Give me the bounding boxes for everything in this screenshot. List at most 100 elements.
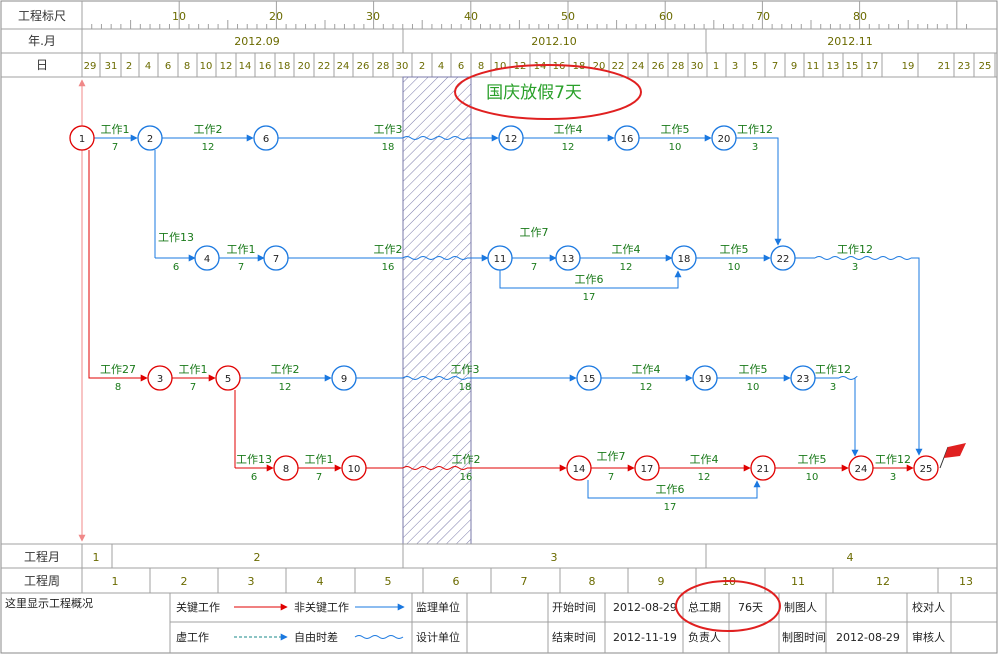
activity-name: 工作4 bbox=[612, 243, 641, 256]
node-18[interactable]: 18 bbox=[671, 245, 697, 271]
legend-dummy-label: 虚工作 bbox=[176, 631, 209, 644]
activity-name: 工作12 bbox=[875, 453, 911, 466]
activity-name: 工作3 bbox=[451, 363, 480, 376]
svg-text:11: 11 bbox=[494, 254, 507, 265]
activity-duration: 7 bbox=[608, 472, 614, 483]
activity-name: 工作5 bbox=[739, 363, 768, 376]
svg-text:6: 6 bbox=[263, 134, 269, 145]
svg-text:17: 17 bbox=[641, 464, 654, 475]
activity-duration: 8 bbox=[115, 382, 121, 393]
activity-duration: 18 bbox=[459, 382, 472, 393]
week-label: 5 bbox=[385, 575, 392, 588]
node-12[interactable]: 12 bbox=[498, 125, 524, 151]
node-19[interactable]: 19 bbox=[692, 365, 718, 391]
activity-duration: 12 bbox=[620, 262, 633, 273]
day-label: 14 bbox=[534, 61, 547, 72]
node-16[interactable]: 16 bbox=[614, 125, 640, 151]
svg-text:22: 22 bbox=[777, 254, 790, 265]
activity-duration: 10 bbox=[669, 142, 682, 153]
activity-duration: 7 bbox=[112, 142, 118, 153]
finish-flag-icon bbox=[939, 443, 966, 469]
day-label: 17 bbox=[866, 61, 879, 72]
holiday-note: 国庆放假7天 bbox=[486, 83, 582, 103]
node-21[interactable]: 21 bbox=[750, 455, 776, 481]
svg-text:20: 20 bbox=[718, 134, 731, 145]
activity-duration: 10 bbox=[728, 262, 741, 273]
node-20[interactable]: 20 bbox=[711, 125, 737, 151]
node-1[interactable]: 1 bbox=[69, 125, 95, 151]
node-7[interactable]: 7 bbox=[263, 245, 289, 271]
svg-text:24: 24 bbox=[855, 464, 868, 475]
activity-name: 工作6 bbox=[656, 483, 685, 496]
scale-tick-label: 80 bbox=[853, 10, 867, 23]
activity-name: 工作4 bbox=[554, 123, 583, 136]
week-label: 12 bbox=[876, 575, 890, 588]
activity-duration: 16 bbox=[382, 262, 395, 273]
week-label: 6 bbox=[453, 575, 460, 588]
day-label: 18 bbox=[278, 61, 291, 72]
node-15[interactable]: 15 bbox=[576, 365, 602, 391]
activity-duration: 3 bbox=[830, 382, 836, 393]
activity-duration: 7 bbox=[531, 262, 537, 273]
day-label: 2 bbox=[419, 61, 425, 72]
scale-tick-label: 30 bbox=[366, 10, 380, 23]
reviewer-label: 审核人 bbox=[912, 630, 945, 644]
day-label: 26 bbox=[357, 61, 370, 72]
node-4[interactable]: 4 bbox=[194, 245, 220, 271]
month-row-value: 1 bbox=[93, 551, 100, 564]
month-label: 2012.11 bbox=[827, 35, 873, 48]
node-24[interactable]: 24 bbox=[848, 455, 874, 481]
row-label-yearmonth: 年.月 bbox=[28, 34, 56, 48]
start-time-label: 开始时间 bbox=[552, 600, 596, 614]
end-time-value: 2012-11-19 bbox=[613, 631, 677, 644]
day-label: 12 bbox=[220, 61, 233, 72]
svg-text:13: 13 bbox=[562, 254, 575, 265]
day-label: 15 bbox=[846, 61, 859, 72]
activity-name: 工作5 bbox=[798, 453, 827, 466]
activity-duration: 12 bbox=[698, 472, 711, 483]
node-22[interactable]: 22 bbox=[770, 245, 796, 271]
node-3[interactable]: 3 bbox=[147, 365, 173, 391]
day-label: 22 bbox=[318, 61, 331, 72]
svg-text:3: 3 bbox=[157, 374, 163, 385]
day-label: 26 bbox=[652, 61, 665, 72]
activity-name: 工作6 bbox=[575, 273, 604, 286]
node-8[interactable]: 8 bbox=[273, 455, 299, 481]
node-2[interactable]: 2 bbox=[137, 125, 163, 151]
activity-name: 工作12 bbox=[815, 363, 851, 376]
week-label: 2 bbox=[181, 575, 188, 588]
total-duration-label: 总工期 bbox=[688, 600, 721, 614]
network-diagram: 工程标尺 年.月 日 10 20 30 40 50 60 70 80 2012.… bbox=[0, 0, 998, 654]
row-label-day: 日 bbox=[36, 58, 48, 72]
node-14[interactable]: 14 bbox=[566, 455, 592, 481]
svg-text:2: 2 bbox=[147, 134, 153, 145]
day-label: 30 bbox=[396, 61, 409, 72]
activity-name: 工作2 bbox=[271, 363, 300, 376]
activity-duration: 6 bbox=[251, 472, 257, 483]
node-10[interactable]: 10 bbox=[341, 455, 367, 481]
node-13[interactable]: 13 bbox=[555, 245, 581, 271]
week-row-label: 工程周 bbox=[24, 573, 60, 588]
activity-duration: 10 bbox=[806, 472, 819, 483]
node-6[interactable]: 6 bbox=[253, 125, 279, 151]
node-11[interactable]: 11 bbox=[487, 245, 513, 271]
activity-name: 工作5 bbox=[661, 123, 690, 136]
scale-tick-label: 10 bbox=[172, 10, 186, 23]
activity-duration: 17 bbox=[583, 292, 596, 303]
week-label: 4 bbox=[317, 575, 324, 588]
day-label: 20 bbox=[298, 61, 311, 72]
node-17[interactable]: 17 bbox=[634, 455, 660, 481]
activity-name: 工作1 bbox=[227, 243, 256, 256]
node-23[interactable]: 23 bbox=[790, 365, 816, 391]
month-label: 2012.09 bbox=[234, 35, 280, 48]
activity-duration: 7 bbox=[316, 472, 322, 483]
node-25[interactable]: 25 bbox=[913, 455, 939, 481]
svg-text:10: 10 bbox=[348, 464, 361, 475]
activity-duration: 6 bbox=[173, 262, 179, 273]
node-9[interactable]: 9 bbox=[331, 365, 357, 391]
scale-tick-label: 20 bbox=[269, 10, 283, 23]
drawer-label: 制图人 bbox=[784, 601, 817, 614]
svg-text:5: 5 bbox=[225, 374, 231, 385]
day-label: 4 bbox=[145, 61, 151, 72]
node-5[interactable]: 5 bbox=[215, 365, 241, 391]
